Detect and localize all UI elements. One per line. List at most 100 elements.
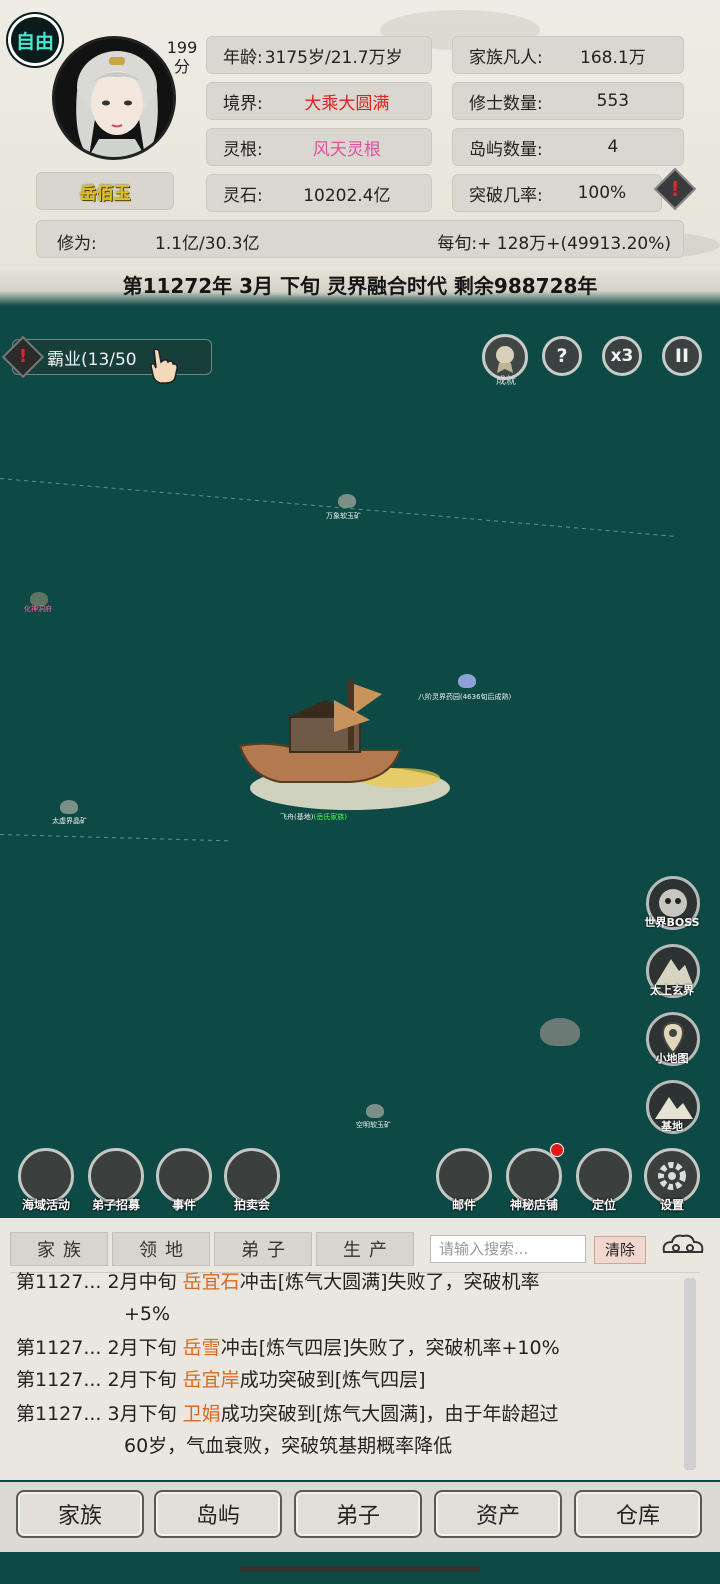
log-date: 第1127...	[16, 1403, 102, 1425]
sea-activity-label: 海域活动	[21, 1198, 70, 1212]
warning-glyph: !	[18, 346, 28, 367]
cultivation-label: 修为:	[57, 234, 97, 254]
log-text: 成功突破到[炼气大圆满]，由于年龄超过	[220, 1403, 559, 1425]
minimap-label: 小地图	[655, 1052, 689, 1065]
cultivation-rate: 每旬:+ 128万+(49913.20%)	[437, 234, 671, 254]
stat-age: 年龄: 3175岁/21.7万岁	[206, 36, 432, 74]
clear-button[interactable]: 清除	[594, 1236, 646, 1264]
stat-label: 灵根:	[223, 139, 263, 160]
stat-value: 553	[596, 91, 630, 111]
cultivation-bar: 修为: 1.1亿/30.3亿 每旬:+ 128万+(49913.20%)	[36, 220, 684, 258]
log-date: 第1127...	[16, 1337, 102, 1359]
log-date: 第1127...	[16, 1369, 102, 1391]
stat-value: 3175岁/21.7万岁	[264, 47, 403, 68]
ship-owner: (岳氏家族)	[313, 813, 347, 821]
world-boss-label: 世界BOSS	[644, 916, 700, 929]
ship-name: 飞舟(基地)	[280, 813, 314, 821]
free-mode-badge[interactable]: 自由	[8, 14, 62, 66]
medal-icon	[496, 346, 514, 373]
mine-icon[interactable]	[338, 494, 356, 508]
score-unit: 分	[173, 57, 190, 76]
log-entry: 第1127... 2月下旬 岳宜岸成功突破到[炼气四层]	[16, 1364, 426, 1396]
stat-label: 突破几率:	[469, 185, 543, 206]
log-text: 冲击[炼气大圆满]失败了，突破机率	[239, 1271, 540, 1293]
taishang-realm-label: 太上玄界	[650, 984, 694, 997]
notification-dot	[550, 1143, 564, 1157]
help-button[interactable]: ?	[542, 336, 582, 376]
ship-label[interactable]: 飞舟(基地)(岳氏家族)	[280, 812, 347, 822]
achievement-label: 成就	[496, 376, 516, 387]
log-name: 岳宜岸	[182, 1369, 240, 1391]
auction-label: 拍卖会	[233, 1198, 270, 1212]
stat-cultivators: 修士数量: 553	[452, 82, 684, 120]
score-display: 199 分	[160, 38, 204, 76]
stat-value: 4	[607, 137, 619, 157]
nav-islands[interactable]: 岛屿	[154, 1490, 282, 1538]
nav-family[interactable]: 家族	[16, 1490, 144, 1538]
stat-label: 岛屿数量:	[469, 139, 543, 160]
poi-label[interactable]: 太虚界晶矿	[52, 816, 87, 826]
game-date-status: 第11272年 3月 下旬 灵界融合时代 剩余988728年	[122, 274, 598, 298]
stat-spirit-stones: 灵石: 10202.4亿	[206, 174, 432, 212]
mine-icon[interactable]	[366, 1104, 384, 1118]
warning-glyph: !	[670, 177, 680, 201]
island-icon[interactable]	[540, 1018, 580, 1046]
log-time: 2月中旬	[107, 1271, 177, 1293]
log-entry: 第1127... 3月下旬 卫娟成功突破到[炼气大圆满]，由于年龄超过	[16, 1398, 559, 1430]
pause-button[interactable]: II	[662, 336, 702, 376]
tab-disciples[interactable]: 弟子	[214, 1232, 312, 1266]
herb-garden-icon[interactable]	[458, 674, 476, 688]
cultivation-value: 1.1亿/30.3亿	[155, 234, 260, 254]
log-entry-continuation: +5%	[124, 1303, 171, 1325]
log-entry-continuation: 60岁，气血衰败，突破筑基期概率降低	[124, 1435, 453, 1457]
nav-warehouse[interactable]: 仓库	[574, 1490, 702, 1538]
home-indicator[interactable]	[240, 1566, 480, 1572]
tab-family[interactable]: 家族	[10, 1232, 108, 1266]
stat-value: 风天灵根	[312, 139, 381, 160]
quest-label: 霸业(13/50	[47, 349, 137, 370]
stat-label: 修士数量:	[469, 93, 543, 114]
log-time: 2月下旬	[107, 1369, 177, 1391]
log-name: 岳雪	[182, 1337, 221, 1359]
log-entry: 第1127... 2月中旬 岳宜石冲击[炼气大圆满]失败了，突破机率	[16, 1266, 540, 1298]
log-text: 冲击[炼气四层]失败了，突破机率+10%	[220, 1337, 560, 1359]
poi-label[interactable]: 化神洞府	[24, 604, 52, 614]
poi-label[interactable]: 空明软玉矿	[356, 1120, 391, 1130]
character-avatar[interactable]	[52, 36, 176, 160]
tab-production[interactable]: 生产	[316, 1232, 414, 1266]
pointing-hand-icon	[150, 348, 178, 384]
stat-value: 10202.4亿	[303, 185, 391, 206]
mail-label: 邮件	[451, 1198, 476, 1212]
stat-mortals: 家族凡人: 168.1万	[452, 36, 684, 74]
settings-label: 设置	[659, 1198, 684, 1212]
log-scrollbar[interactable]	[684, 1278, 696, 1470]
character-name[interactable]: 岳佰玉	[36, 172, 174, 210]
stat-label: 境界:	[223, 93, 263, 114]
nav-assets[interactable]: 资产	[434, 1490, 562, 1538]
log-text: 成功突破到[炼气四层]	[239, 1369, 426, 1391]
log-entry: 第1127... 2月下旬 岳雪冲击[炼气四层]失败了，突破机率+10%	[16, 1332, 560, 1364]
gear-icon	[658, 1162, 686, 1190]
stat-value: 大乘大圆满	[304, 93, 390, 114]
speed-button[interactable]: x3	[602, 336, 642, 376]
mine-icon[interactable]	[60, 800, 78, 814]
log-time: 2月下旬	[107, 1337, 177, 1359]
log-name: 卫娟	[182, 1403, 221, 1425]
stat-label: 年龄:	[223, 47, 263, 68]
log-date: 第1127...	[16, 1271, 102, 1293]
stat-realm: 境界: 大乘大圆满	[206, 82, 432, 120]
log-time: 3月下旬	[107, 1403, 177, 1425]
stat-breakthrough: 突破几率: 100%	[452, 174, 662, 212]
nav-disciples[interactable]: 弟子	[294, 1490, 422, 1538]
search-input[interactable]: 请输入搜索...	[430, 1235, 586, 1263]
base-label: 基地	[661, 1120, 683, 1133]
flying-ship-icon[interactable]	[230, 670, 450, 830]
cloud-icon[interactable]	[660, 1232, 706, 1260]
mystery-shop-label: 神秘店铺	[509, 1198, 558, 1212]
stat-label: 灵石:	[223, 185, 263, 206]
stat-label: 家族凡人:	[469, 47, 543, 68]
stat-root: 灵根: 风天灵根	[206, 128, 432, 166]
poi-label[interactable]: 万象软玉矿	[326, 511, 361, 521]
tab-territory[interactable]: 领地	[112, 1232, 210, 1266]
stat-value: 168.1万	[580, 47, 646, 68]
